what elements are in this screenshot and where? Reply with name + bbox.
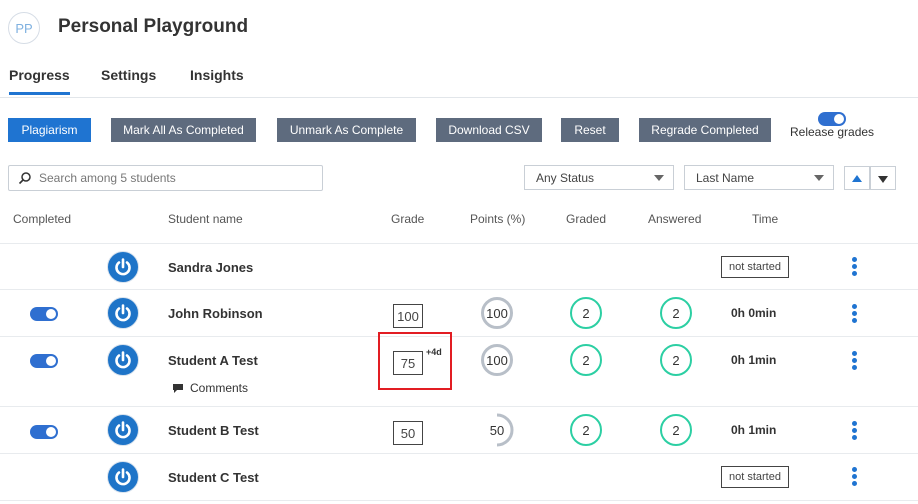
divider	[0, 453, 918, 454]
power-icon	[115, 304, 131, 322]
page-title: Personal Playground	[58, 16, 249, 37]
status-badge: not started	[721, 256, 789, 278]
student-avatar	[107, 414, 139, 446]
completed-toggle[interactable]	[30, 354, 58, 368]
chevron-down-icon	[654, 175, 664, 181]
arrow-up-icon	[852, 175, 862, 182]
search-box	[8, 165, 323, 191]
sort-ascending-button[interactable]	[844, 166, 870, 190]
student-name[interactable]: John Robinson	[168, 306, 263, 321]
graded-ring: 2	[570, 344, 602, 376]
time-spent: 0h 0min	[731, 306, 777, 320]
graded-ring: 2	[570, 414, 602, 446]
divider	[0, 336, 918, 337]
more-options-icon[interactable]	[851, 304, 859, 324]
power-icon	[115, 421, 131, 439]
divider	[0, 406, 918, 407]
chevron-down-icon	[814, 175, 824, 181]
power-icon	[115, 351, 131, 369]
points-value: 50	[489, 422, 505, 438]
status-filter-value: Any Status	[536, 171, 595, 185]
regrade-completed-button[interactable]: Regrade Completed	[639, 118, 771, 142]
grade-input[interactable]: 100	[393, 304, 423, 328]
tab-progress[interactable]: Progress	[9, 67, 70, 95]
points-ring: 100	[481, 297, 513, 329]
student-name[interactable]: Sandra Jones	[168, 260, 253, 275]
search-icon	[18, 172, 31, 185]
status-badge: not started	[721, 466, 789, 488]
power-icon	[115, 258, 131, 276]
power-icon	[115, 468, 131, 486]
more-options-icon[interactable]	[851, 467, 859, 487]
mark-all-completed-button[interactable]: Mark All As Completed	[111, 118, 256, 142]
search-input[interactable]	[39, 170, 309, 186]
column-header-time: Time	[752, 212, 779, 226]
more-options-icon[interactable]	[851, 257, 859, 277]
comments-label: Comments	[190, 381, 249, 395]
student-avatar	[107, 297, 139, 329]
sort-by-select[interactable]: Last Name	[684, 165, 834, 190]
time-spent: 0h 1min	[731, 353, 777, 367]
header: PP Personal Playground	[0, 0, 918, 56]
column-header-completed: Completed	[13, 212, 72, 226]
toolbar: Plagiarism Mark All As Completed Unmark …	[0, 112, 918, 146]
status-filter-select[interactable]: Any Status	[524, 165, 674, 190]
divider	[0, 289, 918, 290]
column-header-grade: Grade	[391, 212, 425, 226]
comment-icon	[173, 383, 183, 393]
tab-settings[interactable]: Settings	[101, 67, 156, 83]
plagiarism-button[interactable]: Plagiarism	[8, 118, 91, 142]
student-name[interactable]: Student C Test	[168, 470, 259, 485]
answered-ring: 2	[660, 344, 692, 376]
comments-link[interactable]: Comments	[172, 381, 248, 395]
sort-by-value: Last Name	[696, 171, 755, 185]
more-options-icon[interactable]	[851, 421, 859, 441]
sort-descending-button[interactable]	[870, 166, 896, 190]
completed-toggle[interactable]	[30, 425, 58, 439]
completed-toggle[interactable]	[30, 307, 58, 321]
column-header-answered: Answered	[648, 212, 702, 226]
course-avatar: PP	[8, 12, 40, 44]
tab-bar: Progress Settings Insights	[0, 56, 918, 98]
divider	[0, 243, 918, 244]
answered-ring: 2	[660, 297, 692, 329]
grade-highlight	[378, 332, 452, 390]
student-name[interactable]: Student B Test	[168, 423, 259, 438]
time-spent: 0h 1min	[731, 423, 777, 437]
tab-insights[interactable]: Insights	[190, 67, 244, 83]
release-grades-toggle[interactable]	[818, 112, 846, 126]
arrow-down-icon	[878, 176, 888, 183]
graded-ring: 2	[570, 297, 602, 329]
column-header-student-name[interactable]: Student name	[168, 212, 243, 226]
unmark-complete-button[interactable]: Unmark As Complete	[277, 118, 416, 142]
divider	[0, 500, 918, 501]
points-ring: 100	[481, 344, 513, 376]
student-avatar	[107, 461, 139, 493]
reset-button[interactable]: Reset	[561, 118, 619, 142]
student-avatar	[107, 251, 139, 283]
grade-input[interactable]: 50	[393, 421, 423, 445]
student-name[interactable]: Student A Test	[168, 353, 258, 368]
student-avatar	[107, 344, 139, 376]
release-grades-label: Release grades	[790, 125, 875, 139]
more-options-icon[interactable]	[851, 351, 859, 371]
column-header-points: Points (%)	[470, 212, 526, 226]
column-header-graded: Graded	[566, 212, 607, 226]
download-csv-button[interactable]: Download CSV	[436, 118, 542, 142]
answered-ring: 2	[660, 414, 692, 446]
